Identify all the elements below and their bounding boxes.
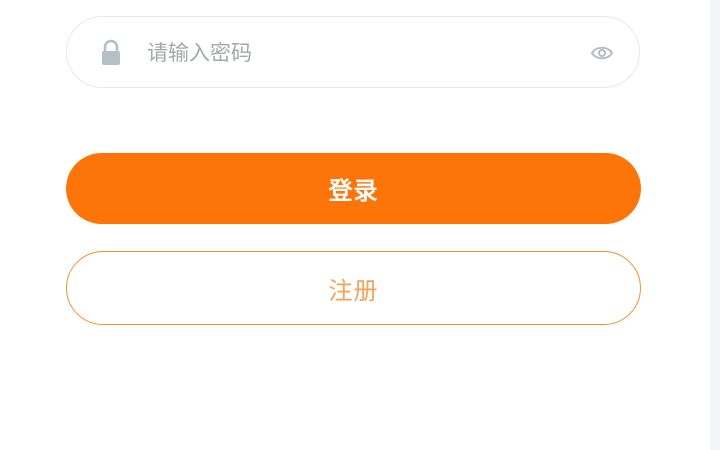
eye-icon[interactable]: [590, 43, 614, 63]
password-input[interactable]: [147, 33, 567, 73]
password-field[interactable]: [66, 16, 640, 88]
lock-icon: [102, 39, 120, 65]
register-button[interactable]: 注册: [66, 251, 641, 325]
login-button[interactable]: 登录: [66, 153, 641, 224]
page-edge: [710, 0, 720, 450]
